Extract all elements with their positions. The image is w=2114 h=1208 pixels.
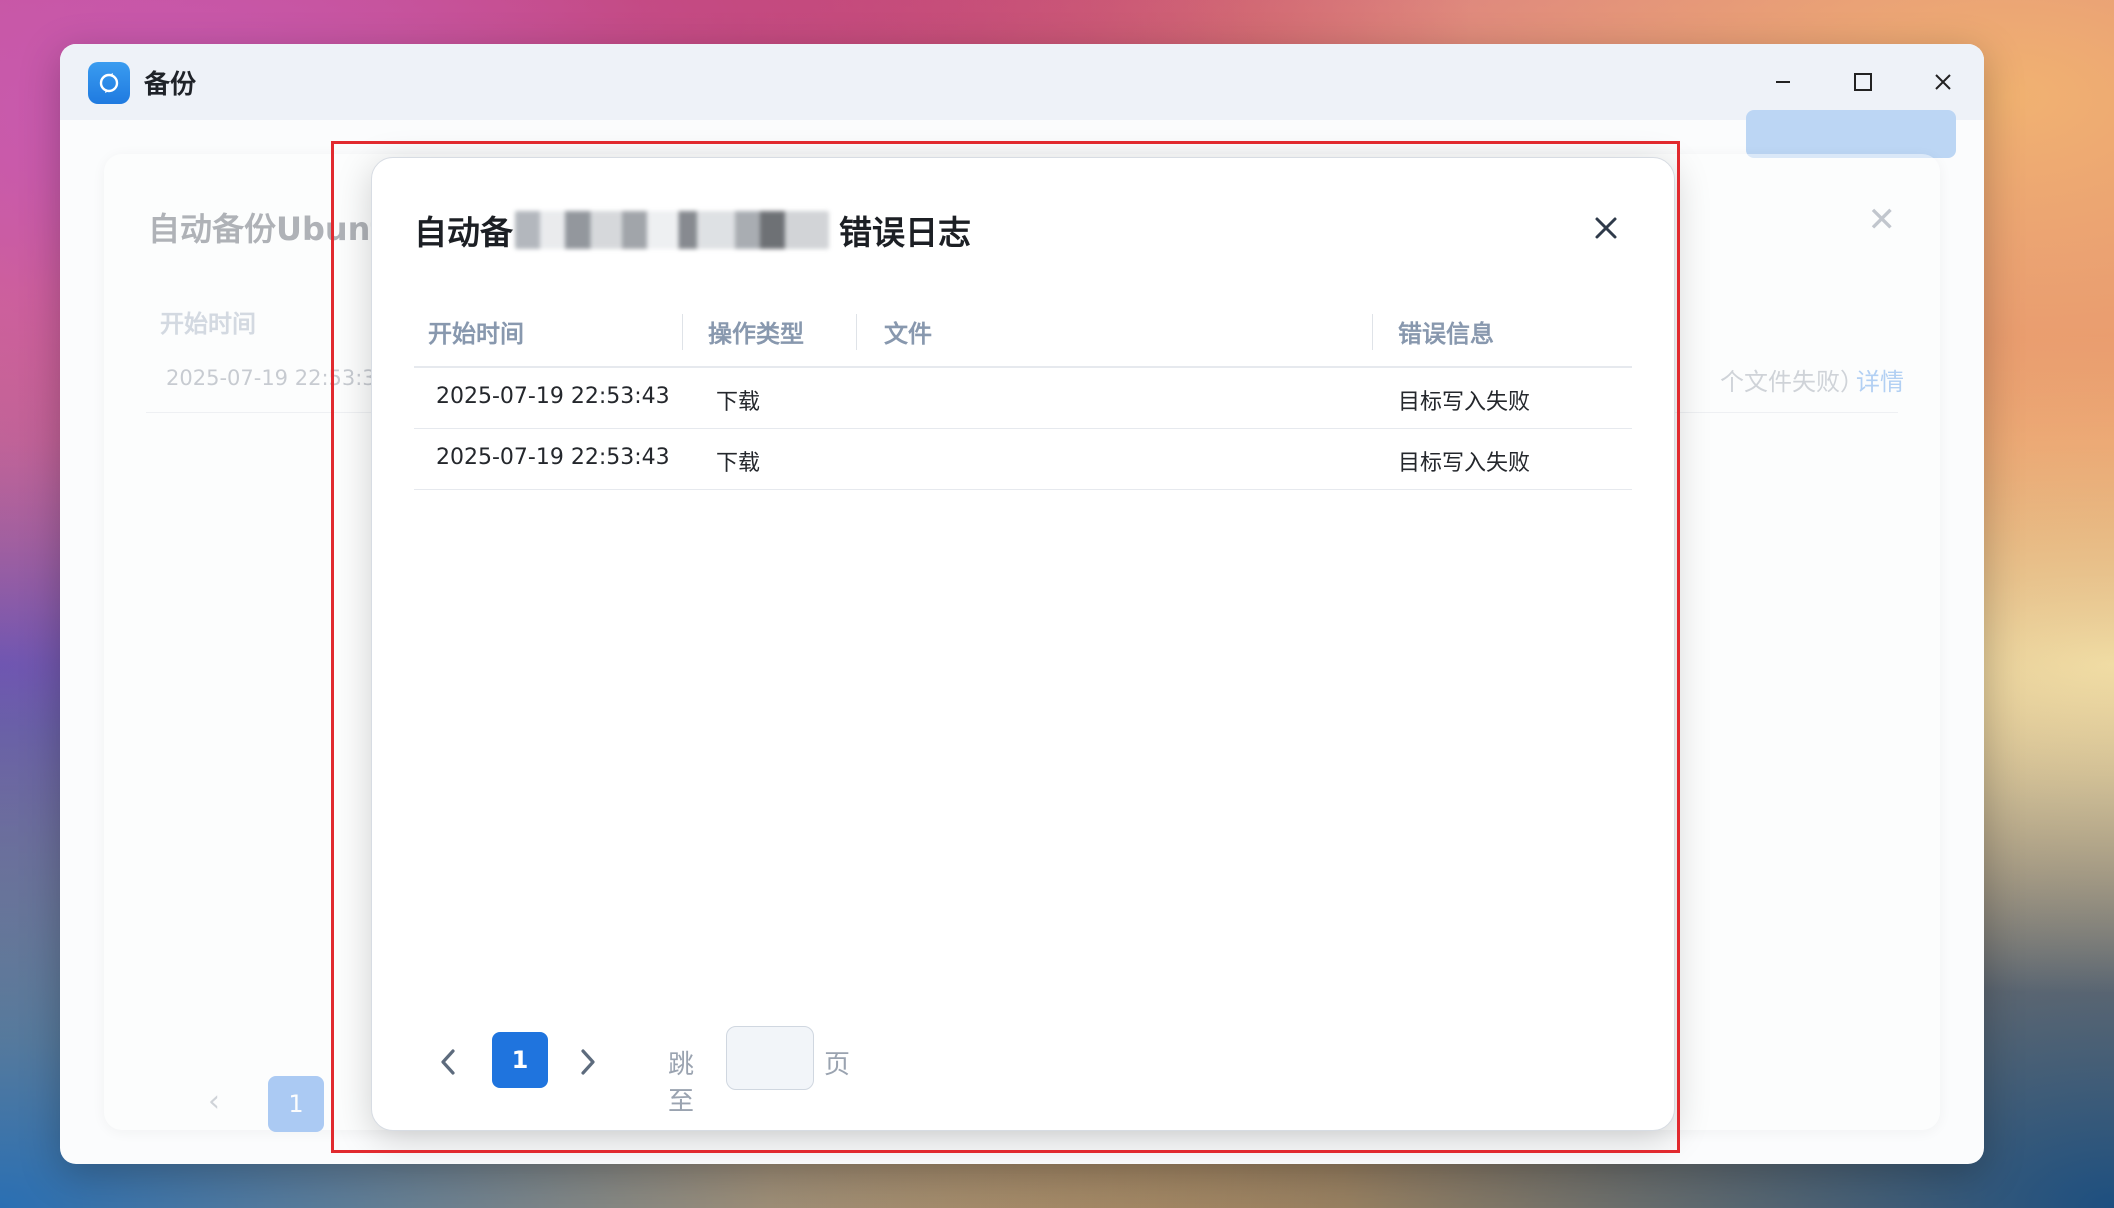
background-page-button: 1 bbox=[268, 1076, 324, 1132]
minimize-button[interactable] bbox=[1758, 58, 1808, 106]
chevron-left-icon: ‹ bbox=[208, 1084, 220, 1119]
title-bar: 备份 bbox=[60, 44, 1984, 120]
background-detail-link: 详情 bbox=[1856, 368, 1904, 396]
minimize-icon bbox=[1776, 81, 1790, 83]
background-fail-text: 个文件失败） bbox=[1720, 368, 1864, 396]
backup-app-icon bbox=[88, 62, 130, 104]
background-close-icon: ✕ bbox=[1867, 200, 1897, 240]
background-action-button bbox=[1746, 110, 1956, 158]
maximize-icon bbox=[1854, 73, 1872, 91]
window-close-button[interactable] bbox=[1918, 58, 1968, 106]
background-column-header: 开始时间 bbox=[160, 310, 256, 338]
highlight-frame bbox=[331, 141, 1680, 1153]
close-icon bbox=[1935, 74, 1951, 90]
maximize-button[interactable] bbox=[1838, 58, 1888, 106]
app-title: 备份 bbox=[144, 70, 197, 100]
